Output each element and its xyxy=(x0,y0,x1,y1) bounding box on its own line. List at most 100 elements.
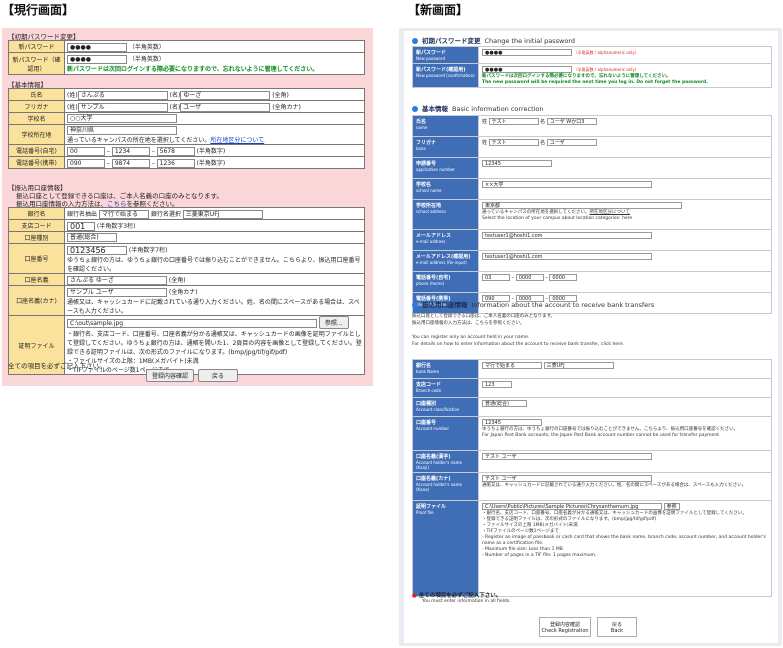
new-kana-sei[interactable]: テスト xyxy=(488,139,539,146)
new-password-label: 新パスワード xyxy=(8,40,65,53)
holder-label: 口座名義 xyxy=(8,273,65,286)
new-account-label: 口座番号 Account number xyxy=(412,416,479,451)
mob-1[interactable]: 090 xyxy=(67,158,105,168)
sei-input[interactable]: さんぷる xyxy=(77,90,168,100)
new-back-button[interactable]: 戻る Back xyxy=(597,617,637,637)
account-input[interactable]: 0123456 xyxy=(67,245,127,255)
confirm-password-input[interactable]: ●●●● xyxy=(67,55,127,64)
kana-mei-input[interactable]: ユーザ xyxy=(180,102,271,112)
mob-2[interactable]: 9874 xyxy=(111,158,150,168)
holder-input[interactable]: さんぷる ゆーざ xyxy=(67,275,167,285)
new-account-input[interactable]: 12345 xyxy=(482,419,542,426)
new-holder-label: 口座名義(漢字) Account holder's name (Kanji) xyxy=(412,450,479,473)
confirm-password-hint: （半角英数） xyxy=(128,56,165,63)
new-bank-select[interactable]: 三菱UFJ xyxy=(543,362,614,369)
new-account-note-en: For Japan Post Bank accounts, the Japan … xyxy=(482,433,721,438)
new-holder-input[interactable]: テスト ユーザ xyxy=(482,453,652,460)
new-holder-kana-input[interactable]: テスト ユーザ xyxy=(482,475,652,482)
zen-hint: (全角) xyxy=(272,91,289,99)
account-note: ゆうちょ銀行の方は、ゆうちょ銀行の口座番号では振り込むことができません。こちらよ… xyxy=(67,256,361,273)
proof-input[interactable]: C:\out\sample.jpg xyxy=(67,319,317,328)
confirm-password-label: 新パスワード（確認用） xyxy=(8,52,65,75)
account-label: 口座番号 xyxy=(8,243,65,274)
proof-note-1: ・銀行名、支店コード、口座番号、口座名義が分かる通帳又は、キャッシュカードの画像… xyxy=(67,331,362,356)
new-tel-3[interactable]: 0000 xyxy=(549,274,578,281)
campus-label: 学校所在地 xyxy=(8,124,65,145)
new-branch-input[interactable]: 123 xyxy=(482,381,512,388)
new-screen-panel: 初期パスワード変更 Change the initial password 新パス… xyxy=(399,28,782,646)
new-sei[interactable]: テスト xyxy=(488,118,539,125)
new-tel-1[interactable]: 03 xyxy=(482,274,510,281)
bank-select[interactable]: 三菱東京UFJ xyxy=(182,209,263,219)
new-address-link[interactable]: 所在地区分について xyxy=(590,210,630,215)
confirm-button[interactable]: 登録内容確認 xyxy=(146,369,195,382)
new-address-select[interactable]: 東京都 xyxy=(482,202,682,209)
campus-link[interactable]: 所在地区分について xyxy=(210,137,264,144)
new-type-label: 口座種別 Account classification xyxy=(412,397,479,417)
new-app-label: 申請番号 application number xyxy=(412,157,479,179)
new-bank-filter[interactable]: マ行で始まる xyxy=(482,362,542,369)
password-note: 新パスワードは次回ログインする際必要になりますので、忘れないように管理してくださ… xyxy=(67,66,319,73)
new-tel-2[interactable]: 0000 xyxy=(515,274,544,281)
password-table: 新パスワード ●●●● （半角英数） 新パスワード（確認用） ●●●● （半角英… xyxy=(8,40,365,75)
new-proof-input[interactable]: C:\Users\Public\Pictures\Sample Pictures… xyxy=(482,503,662,510)
back-button[interactable]: 戻る xyxy=(198,369,238,382)
sei-label: (姓) xyxy=(67,91,78,99)
new-password-input[interactable]: ●●●● xyxy=(67,42,127,52)
tel-1[interactable]: 00 xyxy=(67,146,105,156)
new-proof-note-en-1: - Register an image of passbook or cash … xyxy=(482,535,766,546)
new-tel-label: 電話番号(自宅) phone (home) xyxy=(412,271,479,293)
type-select[interactable]: 普通(総合) xyxy=(67,233,117,242)
new-address-note: 通っているキャンパスの所在地を選択してください。 xyxy=(482,210,590,215)
new-address-label: 学校所在地 school address xyxy=(412,199,479,230)
bank-sel-label: 銀行名選択 xyxy=(150,210,181,218)
bank-table: 銀行名 銀行名抽出 マ行で始まる 銀行名選択 三菱東京UFJ 支店コード 001… xyxy=(8,207,365,375)
new-mei[interactable]: ユーザ Wか口3 xyxy=(546,118,597,125)
new-school-input[interactable]: ××大学 xyxy=(482,181,652,188)
new-bank-label: 銀行名 bank Name xyxy=(412,359,479,379)
branch-input[interactable]: 001 xyxy=(67,221,95,231)
new-password-hint: （半角英数） xyxy=(128,43,165,51)
campus-select[interactable]: 神奈川県 xyxy=(67,125,177,135)
new-pw-note: 新パスワードは次回ログインする際必要になりますので、忘れないように管理してくださ… xyxy=(482,74,671,79)
new-mail2-input[interactable]: testuser1@hoshi1.com xyxy=(482,253,652,260)
new-app-input[interactable]: 12345 xyxy=(482,160,552,167)
new-proof-label: 証明ファイル Proof file xyxy=(412,500,479,597)
new-holder-kana-note: 通帳又は、キャッシュカードに記載されている通り入力ください。姓、名の間にスペース… xyxy=(482,483,747,488)
new-required-note: ● 全ての項目を必ずご記入下さい。 xyxy=(412,593,502,599)
kana-sei-input[interactable]: サンプル xyxy=(77,102,168,112)
new-proof-note-4: ・TIFファイルのページ数1ページまで xyxy=(482,529,559,534)
new-browse-button[interactable]: 参照 xyxy=(663,503,680,510)
mei-label: (名) xyxy=(169,91,181,99)
pin-icon xyxy=(412,302,418,308)
holder-kana-note: 通帳又は、キャッシュカードに記載されている通り入力ください。姓、名の間にスペース… xyxy=(67,298,360,315)
new-school-label: 学校名 school name xyxy=(412,178,479,200)
school-input[interactable]: ○○大学 xyxy=(67,114,177,123)
new-mail-input[interactable]: testuser1@hoshi1.com xyxy=(482,232,652,239)
new-address-note-en: Select the location of your campus about… xyxy=(482,216,633,221)
new-pw-input[interactable]: ●●●● xyxy=(482,49,572,56)
holder-hint: (全角) xyxy=(168,276,186,284)
new-kana-mei[interactable]: ユーザ xyxy=(546,139,597,146)
new-name-label: 氏名 name xyxy=(412,115,479,137)
new-pw-hint: （半角英数 / alphanumeric only） xyxy=(573,50,639,55)
new-proof-note-en-2: - Maximum file size: Less than 1 MB xyxy=(482,547,563,552)
browse-button[interactable]: 参照... xyxy=(318,316,349,329)
mei-input[interactable]: ゆーざ xyxy=(180,90,271,100)
name-label: 氏名 xyxy=(8,88,65,101)
bank-label: 銀行名 xyxy=(8,207,65,220)
bank-filter-select[interactable]: マ行で始まる xyxy=(98,209,149,219)
type-label: 口座種別 xyxy=(8,231,65,244)
mobile-label: 電話番号(携帯) xyxy=(8,156,65,169)
new-pw2-input[interactable]: ●●●● xyxy=(482,66,572,73)
mob-3[interactable]: 1236 xyxy=(156,158,195,168)
new-bank-note-4: For details on how to enter information … xyxy=(412,342,625,347)
bank-filter-label: 銀行名抽出 xyxy=(67,210,98,218)
new-type-select[interactable]: 普通(総合) xyxy=(482,400,527,407)
new-confirm-button[interactable]: 登録内容確認 Check Registration xyxy=(539,617,591,637)
tel-3[interactable]: 5678 xyxy=(156,146,195,156)
new-sec-password: 初期パスワード変更 Change the initial password xyxy=(412,35,575,45)
tel-2[interactable]: 1234 xyxy=(111,146,150,156)
holder-kana-input[interactable]: サンプル ユーザ xyxy=(67,287,167,297)
new-branch-label: 支店コード Branch code xyxy=(412,378,479,398)
